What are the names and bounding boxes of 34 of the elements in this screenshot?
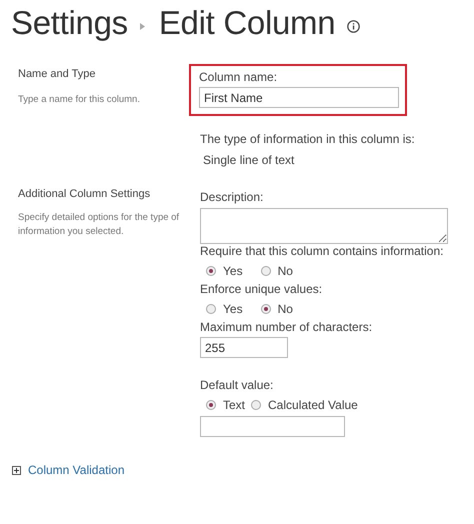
field-label: Maximum number of characters: [200, 320, 372, 335]
section-heading: Name and Type [18, 68, 96, 80]
section-heading: Additional Column Settings [18, 188, 152, 200]
breadcrumb-separator-icon [140, 22, 145, 30]
radio-label[interactable]: No [278, 264, 293, 278]
radio-label[interactable]: Calculated Value [268, 398, 358, 412]
field-label: Enforce unique values: [200, 282, 322, 297]
field-label: Description: [200, 190, 264, 205]
field-label: Default value: [200, 378, 274, 393]
section-description: Specify detailed options for the type of information you selected. [18, 211, 180, 239]
page-title: Edit Column [158, 4, 336, 42]
radio-button[interactable] [206, 400, 216, 410]
input-field[interactable] [200, 416, 345, 437]
section-description: Type a name for this column. [18, 93, 141, 107]
expand-icon[interactable] [12, 466, 21, 474]
radio-button[interactable] [251, 400, 262, 410]
field-label: The type of information in this column is: [200, 132, 415, 147]
field-label: Column name: [199, 70, 278, 85]
radio-button[interactable] [206, 304, 216, 314]
description-field[interactable] [200, 208, 448, 244]
input-field[interactable]: 255 [200, 337, 288, 358]
radio-label[interactable]: Yes [223, 264, 243, 278]
info-icon[interactable] [347, 20, 360, 32]
radio-label[interactable]: No [278, 302, 293, 316]
input-field[interactable]: First Name [199, 87, 399, 108]
radio-button[interactable] [260, 266, 271, 276]
radio-label[interactable]: Text [223, 398, 246, 412]
field-label: Require that this column contains information: [200, 244, 444, 259]
column-validation-link[interactable]: Column Validation [28, 463, 124, 477]
radio-button[interactable] [260, 304, 271, 314]
radio-button[interactable] [206, 266, 216, 276]
radio-label[interactable]: Yes [223, 302, 243, 316]
breadcrumb-link[interactable]: Settings [11, 4, 128, 42]
type-value: Single line of text [203, 153, 294, 168]
